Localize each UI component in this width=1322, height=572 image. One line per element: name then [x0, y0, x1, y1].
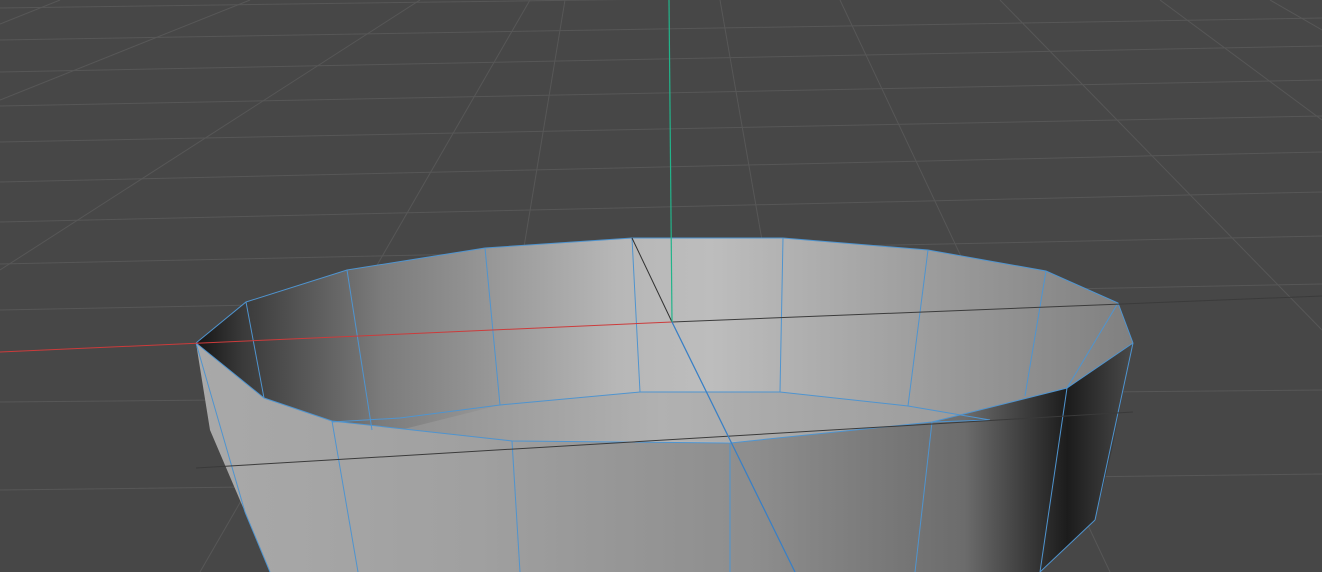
3d-viewport[interactable] [0, 0, 1322, 572]
viewport-canvas[interactable] [0, 0, 1322, 572]
